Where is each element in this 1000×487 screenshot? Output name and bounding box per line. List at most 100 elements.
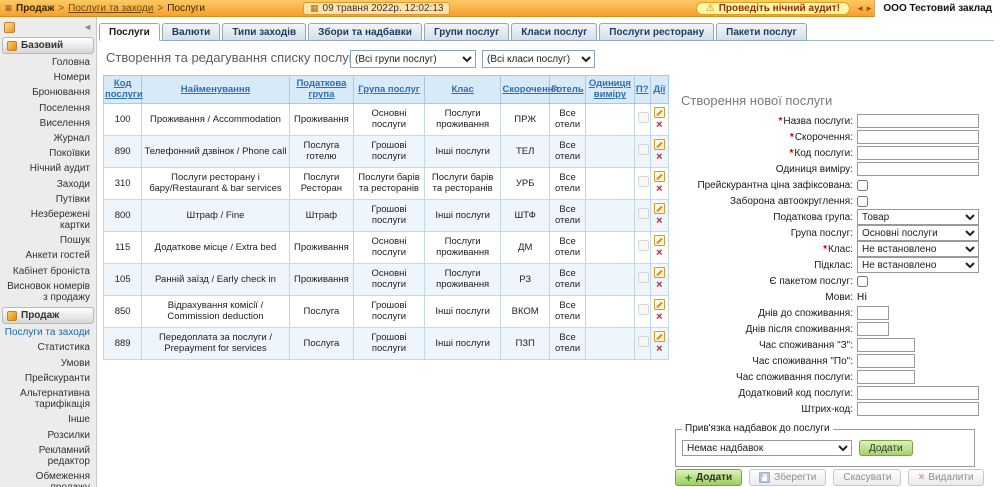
table-row[interactable]: 850 Відрахування комісії / Commission de…	[104, 295, 669, 327]
edit-icon[interactable]	[654, 331, 665, 342]
col-code[interactable]: Код послуги	[104, 76, 142, 104]
sidebar-item-holovna[interactable]: Головна	[0, 55, 96, 70]
sidebar-item-nezberezheni-kartky[interactable]: Незбережені картки	[0, 207, 96, 233]
col-tax-group[interactable]: Податкова група	[289, 76, 354, 104]
sidebar-item-vysnovok-nomeriv[interactable]: Висновок номерів з продажу	[0, 279, 96, 305]
sidebar-section-basic[interactable]: Базовий	[2, 37, 94, 54]
sidebar-collapse-icon[interactable]: ◄	[83, 22, 92, 32]
tab-pakety-posluh[interactable]: Пакети послуг	[716, 23, 807, 41]
p-flag-checkbox[interactable]	[638, 112, 649, 123]
time-from-input[interactable]	[857, 338, 915, 352]
edit-icon[interactable]	[654, 107, 665, 118]
table-row[interactable]: 310 Послуги ресторану і бару/Restaurant …	[104, 167, 669, 199]
service-code-input[interactable]	[857, 146, 979, 160]
prev-icon[interactable]: ◄	[856, 4, 865, 13]
breadcrumb-root[interactable]: Продаж	[16, 3, 54, 14]
table-row[interactable]: 100 Проживання / Accommodation Проживанн…	[104, 103, 669, 135]
table-row[interactable]: 890 Телефонний дзвінок / Phone call Посл…	[104, 135, 669, 167]
tab-posluhy[interactable]: Послуги	[99, 23, 160, 41]
sidebar-item-umovy[interactable]: Умови	[0, 356, 96, 371]
delete-icon[interactable]: ×	[653, 344, 666, 355]
sidebar-item-posluhy-ta-zakhody[interactable]: Послуги та заходи	[0, 325, 96, 340]
sidebar-item-poselennya[interactable]: Поселення	[0, 101, 96, 116]
delete-icon[interactable]: ×	[653, 280, 666, 291]
delete-icon[interactable]: ×	[653, 152, 666, 163]
sidebar-item-poshuk[interactable]: Пошук	[0, 233, 96, 248]
service-name-input[interactable]	[857, 114, 979, 128]
col-abbr[interactable]: Скорочення	[501, 76, 549, 104]
next-icon[interactable]: ►	[865, 4, 874, 13]
p-flag-checkbox[interactable]	[638, 176, 649, 187]
sidebar-item-putivky[interactable]: Путівки	[0, 192, 96, 207]
subclass-select[interactable]: Не встановлено	[857, 257, 979, 273]
addons-select[interactable]: Немає надбавок	[682, 440, 852, 456]
addons-add-button[interactable]: Додати	[859, 440, 913, 456]
p-flag-checkbox[interactable]	[638, 336, 649, 347]
menu-icon[interactable]: ≡	[5, 2, 12, 14]
delete-button[interactable]: ×Видалити	[908, 469, 983, 486]
p-flag-checkbox[interactable]	[638, 144, 649, 155]
sidebar-item-statystyka[interactable]: Статистика	[0, 340, 96, 355]
breadcrumb-parent[interactable]: Послуги та заходи	[68, 3, 153, 14]
delete-icon[interactable]: ×	[653, 120, 666, 131]
sidebar-item-vyselennya[interactable]: Виселення	[0, 116, 96, 131]
sidebar-item-alternatyvna-taryfikatsiia[interactable]: Альтернативна тарифікація	[0, 386, 96, 412]
sidebar-item-zhurnal[interactable]: Журнал	[0, 131, 96, 146]
days-after-input[interactable]	[857, 322, 889, 336]
is-package-checkbox[interactable]	[857, 276, 868, 287]
group-filter-select[interactable]: (Всі групи послуг)	[350, 50, 476, 68]
col-class[interactable]: Клас	[424, 76, 501, 104]
col-group[interactable]: Група послуг	[354, 76, 425, 104]
edit-icon[interactable]	[654, 139, 665, 150]
sidebar-section-sales[interactable]: Продаж	[2, 307, 94, 324]
col-name[interactable]: Найменування	[142, 76, 289, 104]
edit-icon[interactable]	[654, 171, 665, 182]
edit-icon[interactable]	[654, 267, 665, 278]
extra-code-input[interactable]	[857, 386, 979, 400]
col-p-flag[interactable]: П?	[634, 76, 650, 104]
edit-icon[interactable]	[654, 203, 665, 214]
time-to-input[interactable]	[857, 354, 915, 368]
sidebar-item-inshe[interactable]: Інше	[0, 412, 96, 427]
class-select[interactable]: Не встановлено	[857, 241, 979, 257]
save-button[interactable]: Зберегти	[749, 469, 826, 486]
sidebar-item-nichnyi-audyt[interactable]: Нічний аудит	[0, 161, 96, 176]
sidebar-item-bronyuvannya[interactable]: Бронювання	[0, 85, 96, 100]
delete-icon[interactable]: ×	[653, 312, 666, 323]
sidebar-item-rozsylky[interactable]: Розсилки	[0, 428, 96, 443]
class-filter-select[interactable]: (Всі класи послуг)	[482, 50, 595, 68]
p-flag-checkbox[interactable]	[638, 208, 649, 219]
sidebar-item-kabinet-bronista[interactable]: Кабінет броніста	[0, 264, 96, 279]
unit-input[interactable]	[857, 162, 979, 176]
tab-zbory-ta-nadbavky[interactable]: Збори та надбавки	[308, 23, 422, 41]
sidebar-item-reklamnyi-redaktor[interactable]: Рекламний редактор	[0, 443, 96, 469]
col-hotel[interactable]: Готель	[549, 76, 585, 104]
sidebar-item-ankety-hostei[interactable]: Анкети гостей	[0, 248, 96, 263]
sidebar-item-obmezhennia-prodazhu[interactable]: Обмеження продажу	[0, 469, 96, 487]
tax-group-select[interactable]: Товар	[857, 209, 979, 225]
night-audit-alert[interactable]: ⚠ Проведіть нічний аудит!	[696, 2, 850, 15]
tab-valiuty[interactable]: Валюти	[162, 23, 220, 41]
days-before-input[interactable]	[857, 306, 889, 320]
edit-icon[interactable]	[654, 235, 665, 246]
consumption-time-input[interactable]	[857, 370, 915, 384]
edit-icon[interactable]	[654, 299, 665, 310]
table-row[interactable]: 889 Передоплата за послуги / Prepayment …	[104, 327, 669, 359]
tab-typy-zakhodiv[interactable]: Типи заходів	[222, 23, 306, 41]
organization-name[interactable]: ООО Тестовий заклад	[874, 0, 1000, 17]
delete-icon[interactable]: ×	[653, 216, 666, 227]
tab-klasy-posluh[interactable]: Класи послуг	[511, 23, 597, 41]
tab-hrupy-posluh[interactable]: Групи послуг	[424, 23, 509, 41]
abbreviation-input[interactable]	[857, 130, 979, 144]
col-unit[interactable]: Одиниця виміру	[586, 76, 634, 104]
p-flag-checkbox[interactable]	[638, 240, 649, 251]
p-flag-checkbox[interactable]	[638, 272, 649, 283]
sidebar-item-pokoivky[interactable]: Покоївки	[0, 146, 96, 161]
add-button[interactable]: +Додати	[675, 469, 742, 486]
table-row[interactable]: 105 Ранній заїзд / Early check in Прожив…	[104, 263, 669, 295]
sidebar-item-nomery[interactable]: Номери	[0, 70, 96, 85]
delete-icon[interactable]: ×	[653, 184, 666, 195]
delete-icon[interactable]: ×	[653, 248, 666, 259]
service-group-select[interactable]: Основні послуги	[857, 225, 979, 241]
barcode-input[interactable]	[857, 402, 979, 416]
